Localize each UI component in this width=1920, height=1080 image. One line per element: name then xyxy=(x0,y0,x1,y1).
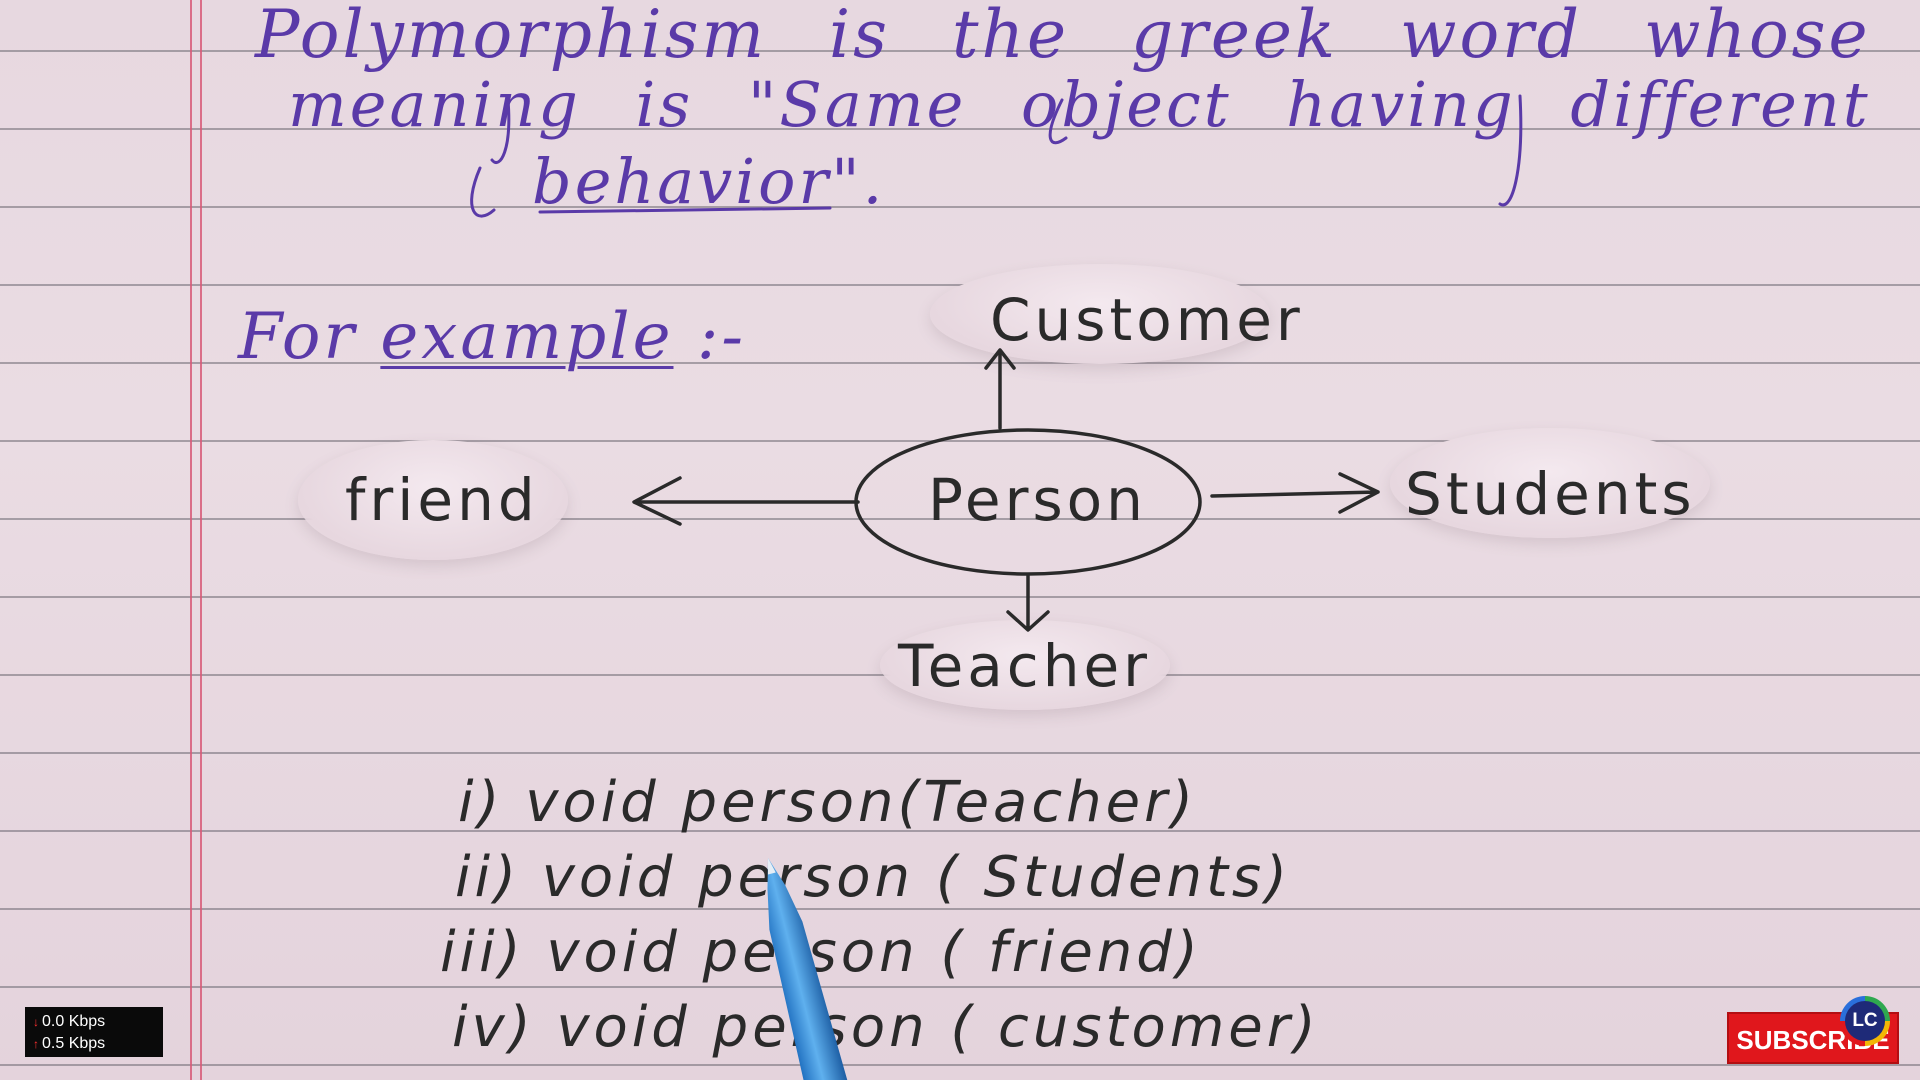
upload-rate: 0.5 Kbps xyxy=(42,1035,106,1052)
arrow-left xyxy=(632,476,860,526)
channel-logo-text: LC xyxy=(1845,1001,1885,1041)
diagram-strokes xyxy=(470,94,1523,632)
node-person: Person xyxy=(928,466,1147,534)
code-line: ii) void person ( Students) xyxy=(455,845,1291,910)
channel-logo-icon[interactable]: LC xyxy=(1840,996,1890,1046)
network-rate-overlay: ↓ 0.0 Kbps ↑ 0.5 Kbps xyxy=(25,1007,163,1057)
video-frame: Polymorphism is the greek word whose mea… xyxy=(0,0,1920,1080)
up-arrow-icon: ↑ xyxy=(33,1037,39,1051)
upload-rate-row: ↑ 0.5 Kbps xyxy=(33,1033,163,1055)
arrow-right xyxy=(1210,472,1380,514)
arrow-up xyxy=(984,348,1016,430)
code-line: iv) void person ( customer) xyxy=(452,995,1320,1060)
bracket-behavior xyxy=(470,166,496,218)
code-line: i) void person(Teacher) xyxy=(458,770,1197,835)
download-rate-row: ↓ 0.0 Kbps xyxy=(33,1011,163,1033)
loop-meaning xyxy=(490,98,511,164)
node-students: Students xyxy=(1405,460,1696,528)
node-friend: friend xyxy=(345,466,539,534)
bracket-object xyxy=(1048,98,1068,145)
down-arrow-icon: ↓ xyxy=(33,1015,39,1029)
download-rate: 0.0 Kbps xyxy=(42,1013,106,1030)
node-customer: Customer xyxy=(990,286,1304,354)
arrow-down xyxy=(1006,574,1050,632)
node-teacher: Teacher xyxy=(898,632,1151,700)
loop-having xyxy=(1498,94,1523,207)
underline-behavior xyxy=(538,206,832,214)
